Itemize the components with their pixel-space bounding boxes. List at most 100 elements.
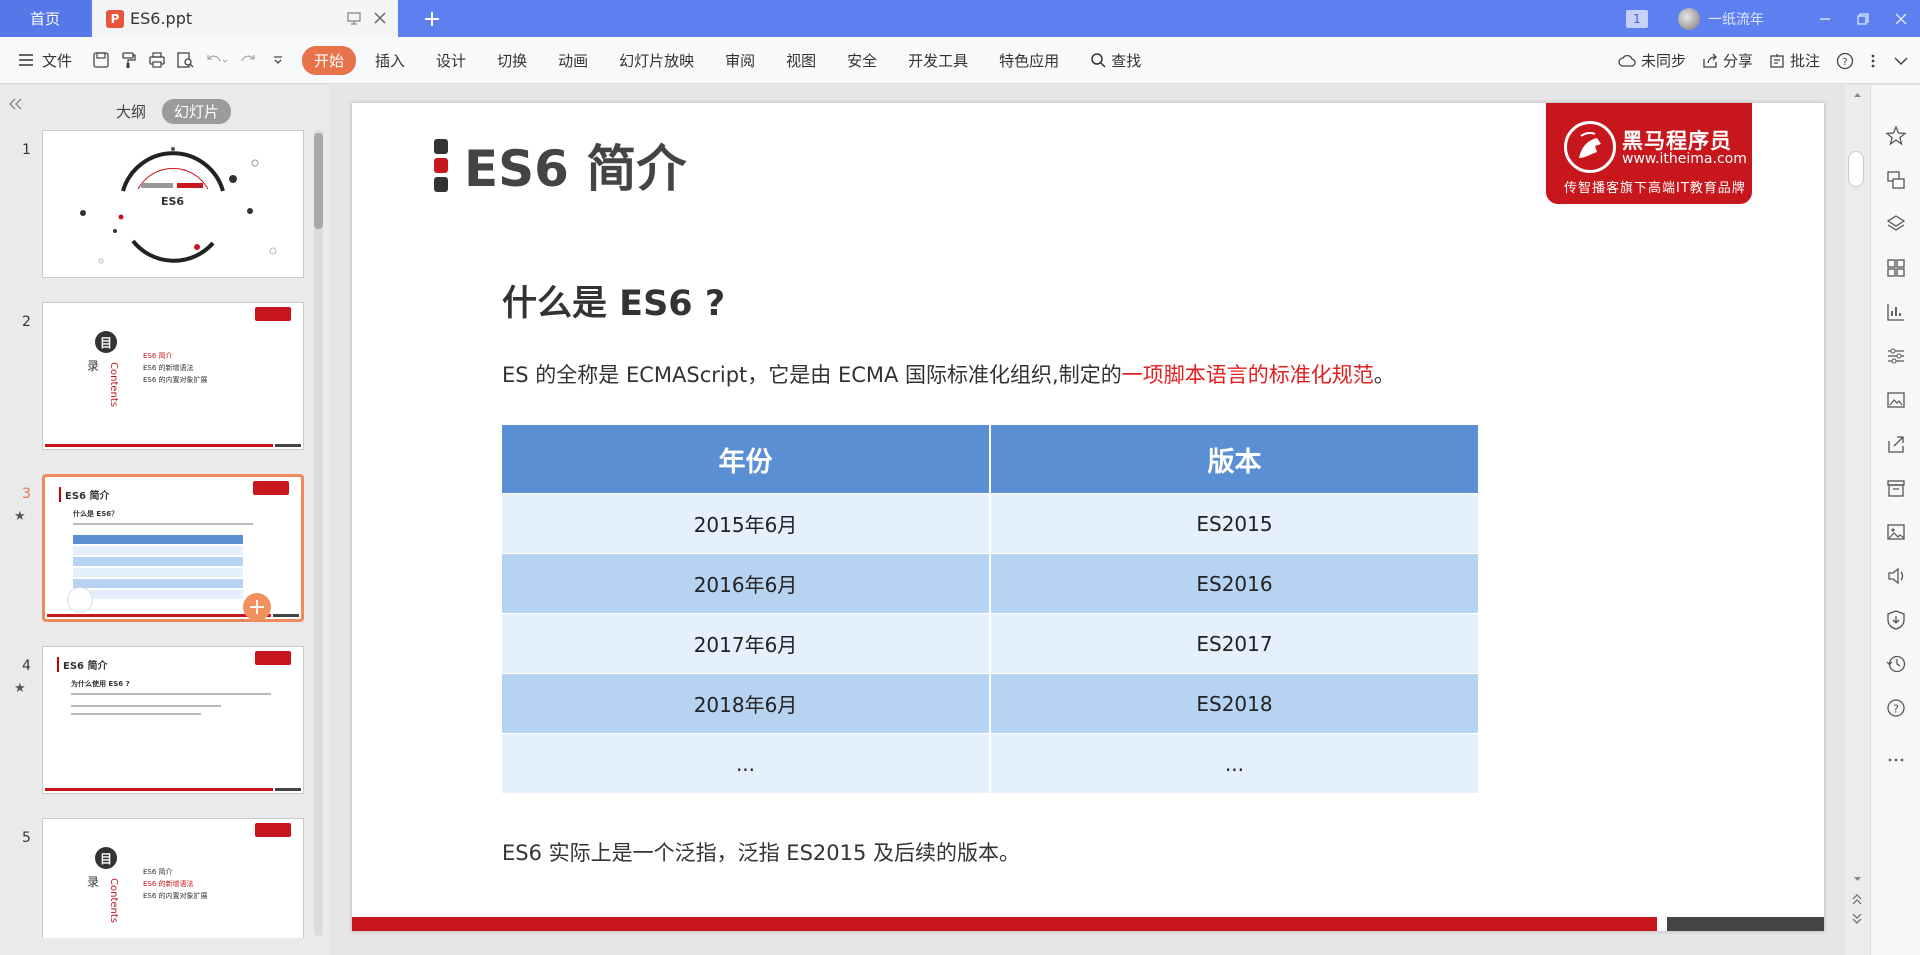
help-icon[interactable]: ? bbox=[1836, 52, 1854, 70]
minimize-button[interactable] bbox=[1806, 0, 1844, 37]
settings-sliders-icon[interactable] bbox=[1885, 345, 1907, 367]
grid-icon[interactable] bbox=[1885, 257, 1907, 279]
more-icon[interactable] bbox=[1885, 749, 1907, 771]
user-name[interactable]: 一纸流年 bbox=[1708, 9, 1764, 29]
version-table: 年份 版本 2015年6月 ES2015 2016年6月 ES2016 2017… bbox=[500, 425, 1480, 793]
thumbnail-row: 1 ES6 bbox=[0, 130, 318, 282]
table-cell: 2016年6月 bbox=[502, 553, 989, 613]
thumbnail-row: 4 ★ ES6 简介 为什么使用 ES6 ? bbox=[0, 646, 318, 798]
window-count-badge[interactable]: 1 bbox=[1626, 9, 1648, 28]
picture-icon[interactable] bbox=[1885, 521, 1907, 543]
tab-special[interactable]: 特色应用 bbox=[987, 46, 1071, 75]
undo-icon[interactable] bbox=[204, 51, 228, 69]
archive-icon[interactable] bbox=[1885, 477, 1907, 499]
scroll-up-icon[interactable] bbox=[1845, 89, 1870, 101]
slide-thumbnail-5[interactable]: 目 录 Contents ES6 简介 ES6 的新增语法 ES6 的内置对象扩… bbox=[42, 818, 304, 938]
backup-shield-icon[interactable] bbox=[1885, 609, 1907, 631]
find-label: 查找 bbox=[1111, 51, 1142, 70]
thumb-text-line bbox=[71, 693, 271, 695]
file-menu[interactable]: 文件 bbox=[18, 50, 72, 71]
restore-button[interactable] bbox=[1844, 0, 1882, 37]
tab-design[interactable]: 设计 bbox=[424, 46, 478, 75]
logo-tagline: 传智播客旗下高端IT教育品牌 bbox=[1564, 181, 1746, 196]
toc-item: ES6 简介 bbox=[143, 868, 173, 876]
table-header-year: 年份 bbox=[502, 425, 989, 493]
tab-review[interactable]: 审阅 bbox=[713, 46, 767, 75]
help-icon[interactable]: ? bbox=[1885, 697, 1907, 719]
scroll-down-icon[interactable] bbox=[1845, 873, 1870, 885]
customize-toolbar-icon[interactable] bbox=[272, 51, 284, 69]
ribbon-toolbar: 文件 开始 插入 设计 切换 动画 幻灯片放映 审阅 视图 安全 开发工具 特色… bbox=[0, 37, 1920, 84]
tab-slideshow[interactable]: 幻灯片放映 bbox=[607, 46, 706, 75]
next-slide-icon[interactable] bbox=[1845, 911, 1870, 927]
sync-button[interactable]: 未同步 bbox=[1618, 50, 1686, 71]
animation-star-icon[interactable] bbox=[1885, 125, 1907, 147]
layers-icon[interactable] bbox=[1885, 213, 1907, 235]
close-window-button[interactable] bbox=[1882, 0, 1920, 37]
add-slide-button[interactable]: + bbox=[243, 593, 271, 621]
toc-circle: 目 bbox=[95, 847, 117, 869]
slide-number: 1 bbox=[22, 142, 31, 158]
ppt-file-icon: P bbox=[106, 9, 124, 28]
comment-label: 批注 bbox=[1789, 52, 1820, 70]
redo-icon[interactable] bbox=[238, 51, 262, 69]
thumb-logo bbox=[255, 823, 291, 837]
print-preview-icon[interactable] bbox=[176, 51, 194, 69]
collapse-ribbon-icon[interactable] bbox=[1892, 52, 1910, 70]
thumb-4-title: ES6 简介 bbox=[57, 657, 107, 672]
table-cell: ES2018 bbox=[991, 673, 1478, 733]
transition-icon[interactable] bbox=[1885, 169, 1907, 191]
table-cell: 2018年6月 bbox=[502, 673, 989, 733]
tab-start[interactable]: 开始 bbox=[302, 45, 357, 75]
slide-thumbnail-2[interactable]: 目 录 Contents ES6 简介 ES6 的新增语法 ES6 的内置对象扩… bbox=[42, 302, 304, 450]
share-button[interactable]: 分享 bbox=[1702, 50, 1753, 71]
share-icon bbox=[1703, 53, 1717, 68]
audio-icon[interactable] bbox=[1885, 565, 1907, 587]
thumbnail-scrollbar-thumb[interactable] bbox=[314, 133, 323, 229]
image-gallery-icon[interactable] bbox=[1885, 389, 1907, 411]
footer-bar-red bbox=[352, 917, 1657, 931]
vertical-scrollbar-thumb[interactable] bbox=[1848, 151, 1864, 187]
comment-button[interactable]: 批注 bbox=[1769, 50, 1820, 71]
tab-security[interactable]: 安全 bbox=[835, 46, 889, 75]
slide[interactable]: ES6 简介 黑马程序员 www.itheima.com 传智播客旗下高端IT教… bbox=[352, 103, 1824, 931]
table-cell: 2017年6月 bbox=[502, 613, 989, 673]
chart-icon[interactable] bbox=[1885, 301, 1907, 323]
tab-slides[interactable]: 幻灯片 bbox=[162, 99, 232, 124]
tab-insert[interactable]: 插入 bbox=[363, 46, 417, 75]
tab-view[interactable]: 视图 bbox=[774, 46, 828, 75]
find-button[interactable]: 查找 bbox=[1078, 46, 1153, 75]
avatar[interactable] bbox=[1678, 7, 1700, 30]
tab-animation[interactable]: 动画 bbox=[546, 46, 600, 75]
thumbnail-scrollbar[interactable] bbox=[314, 130, 323, 936]
thumb-footer-bar bbox=[275, 444, 301, 447]
present-icon[interactable] bbox=[346, 10, 362, 26]
more-icon[interactable] bbox=[1870, 52, 1876, 70]
title-bar: 首页 P ES6.ppt 1 一纸流年 bbox=[0, 0, 1920, 37]
print-icon[interactable] bbox=[148, 51, 166, 69]
play-slide-button[interactable] bbox=[67, 587, 93, 613]
new-tab-icon[interactable] bbox=[418, 6, 446, 32]
tab-home[interactable]: 首页 bbox=[0, 0, 90, 37]
table-row: 2016年6月 ES2016 bbox=[502, 553, 1478, 613]
close-tab-icon[interactable] bbox=[372, 10, 388, 26]
history-icon[interactable] bbox=[1885, 653, 1907, 675]
format-painter-icon[interactable] bbox=[120, 51, 138, 69]
thumb-logo bbox=[255, 307, 291, 321]
restore-icon bbox=[1857, 12, 1869, 25]
slide-thumbnail-4[interactable]: ES6 简介 为什么使用 ES6 ? bbox=[42, 646, 304, 794]
tab-es6-ppt[interactable]: P ES6.ppt bbox=[92, 0, 398, 37]
slide-number: 2 bbox=[22, 314, 31, 330]
file-menu-label: 文件 bbox=[42, 51, 73, 70]
prev-slide-icon[interactable] bbox=[1845, 891, 1870, 907]
thumb-text-line bbox=[73, 523, 253, 525]
tab-outline[interactable]: 大纲 bbox=[104, 99, 158, 124]
slide-thumbnail-1[interactable]: ES6 bbox=[42, 130, 304, 278]
save-icon[interactable] bbox=[92, 51, 110, 69]
export-icon[interactable] bbox=[1885, 433, 1907, 455]
collapse-panel-icon[interactable] bbox=[8, 97, 24, 111]
tab-transition[interactable]: 切换 bbox=[485, 46, 539, 75]
view-toggle: 大纲 幻灯片 bbox=[104, 99, 232, 124]
vertical-scrollbar[interactable] bbox=[1845, 85, 1870, 955]
tab-developer[interactable]: 开发工具 bbox=[896, 46, 980, 75]
